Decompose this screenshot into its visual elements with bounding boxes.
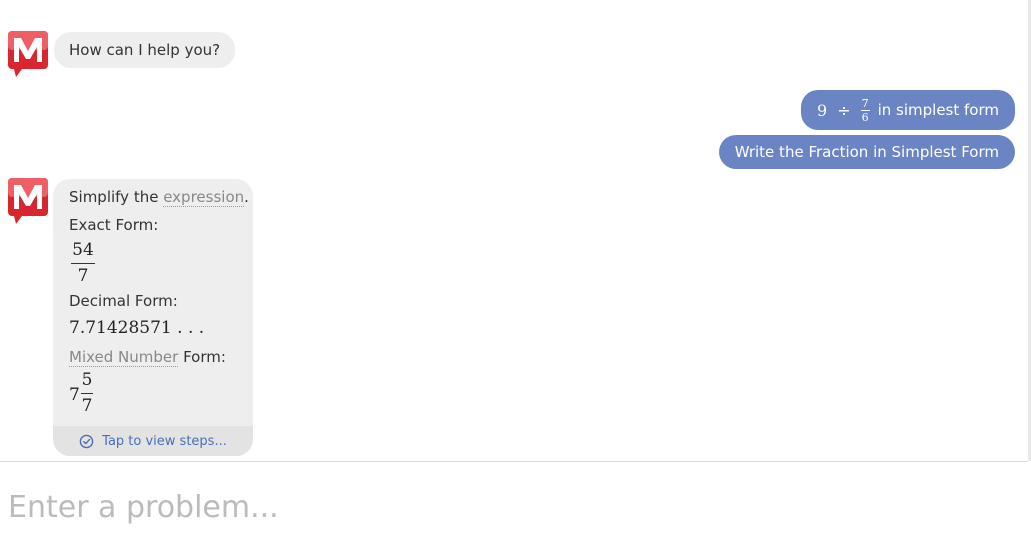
intro-period: . <box>244 188 249 206</box>
mathway-chat-app: How can I help you? 9 ÷ 7 6 in simplest … <box>0 0 1031 545</box>
problem-input[interactable] <box>8 482 1008 532</box>
decimal-form-value: 7.71428571 . . . <box>69 318 205 338</box>
view-steps-button[interactable]: Tap to view steps... <box>53 426 253 456</box>
exact-denominator: 7 <box>77 266 89 286</box>
expression-link[interactable]: expression <box>163 188 245 207</box>
fraction-bar <box>71 263 95 264</box>
answer-bubble: Simplify the expression. Exact Form: 54 … <box>53 179 253 456</box>
question-suffix: in simplest form <box>877 101 999 119</box>
answer-intro: Simplify the expression. <box>69 188 249 207</box>
question-fraction: 7 6 <box>860 96 870 124</box>
divide-operator: ÷ <box>837 100 851 120</box>
mixed-form-label: Mixed Number Form: <box>69 348 226 367</box>
exact-form-fraction: 54 7 <box>71 240 95 286</box>
mathway-logo-icon <box>8 31 48 77</box>
mixed-fraction: 5 7 <box>81 370 93 416</box>
check-circle-icon <box>79 434 94 448</box>
intro-text: Simplify the <box>69 188 164 206</box>
decimal-form-label: Decimal Form: <box>69 292 178 310</box>
exact-form-label: Exact Form: <box>69 216 159 234</box>
question-whole-number: 9 <box>817 100 828 120</box>
bot-greeting-bubble: How can I help you? <box>54 32 236 68</box>
view-steps-label: Tap to view steps... <box>102 433 227 449</box>
mixed-numerator: 5 <box>81 370 93 390</box>
mixed-denominator: 7 <box>81 396 93 416</box>
mathway-logo-icon <box>8 178 48 224</box>
chat-thread[interactable]: How can I help you? 9 ÷ 7 6 in simplest … <box>0 0 1028 461</box>
question-fraction-numerator: 7 <box>861 96 869 110</box>
user-question-bubble[interactable]: 9 ÷ 7 6 in simplest form <box>801 90 1015 130</box>
mixed-whole-number: 7 <box>69 385 80 405</box>
exact-numerator: 54 <box>72 240 94 260</box>
user-command-bubble[interactable]: Write the Fraction in Simplest Form <box>718 135 1015 169</box>
question-fraction-denominator: 6 <box>861 110 869 124</box>
mixed-number-link[interactable]: Mixed Number <box>69 348 179 367</box>
problem-input-area <box>0 461 1028 545</box>
mixed-form-suffix: Form: <box>178 348 226 366</box>
fraction-bar <box>81 393 93 394</box>
